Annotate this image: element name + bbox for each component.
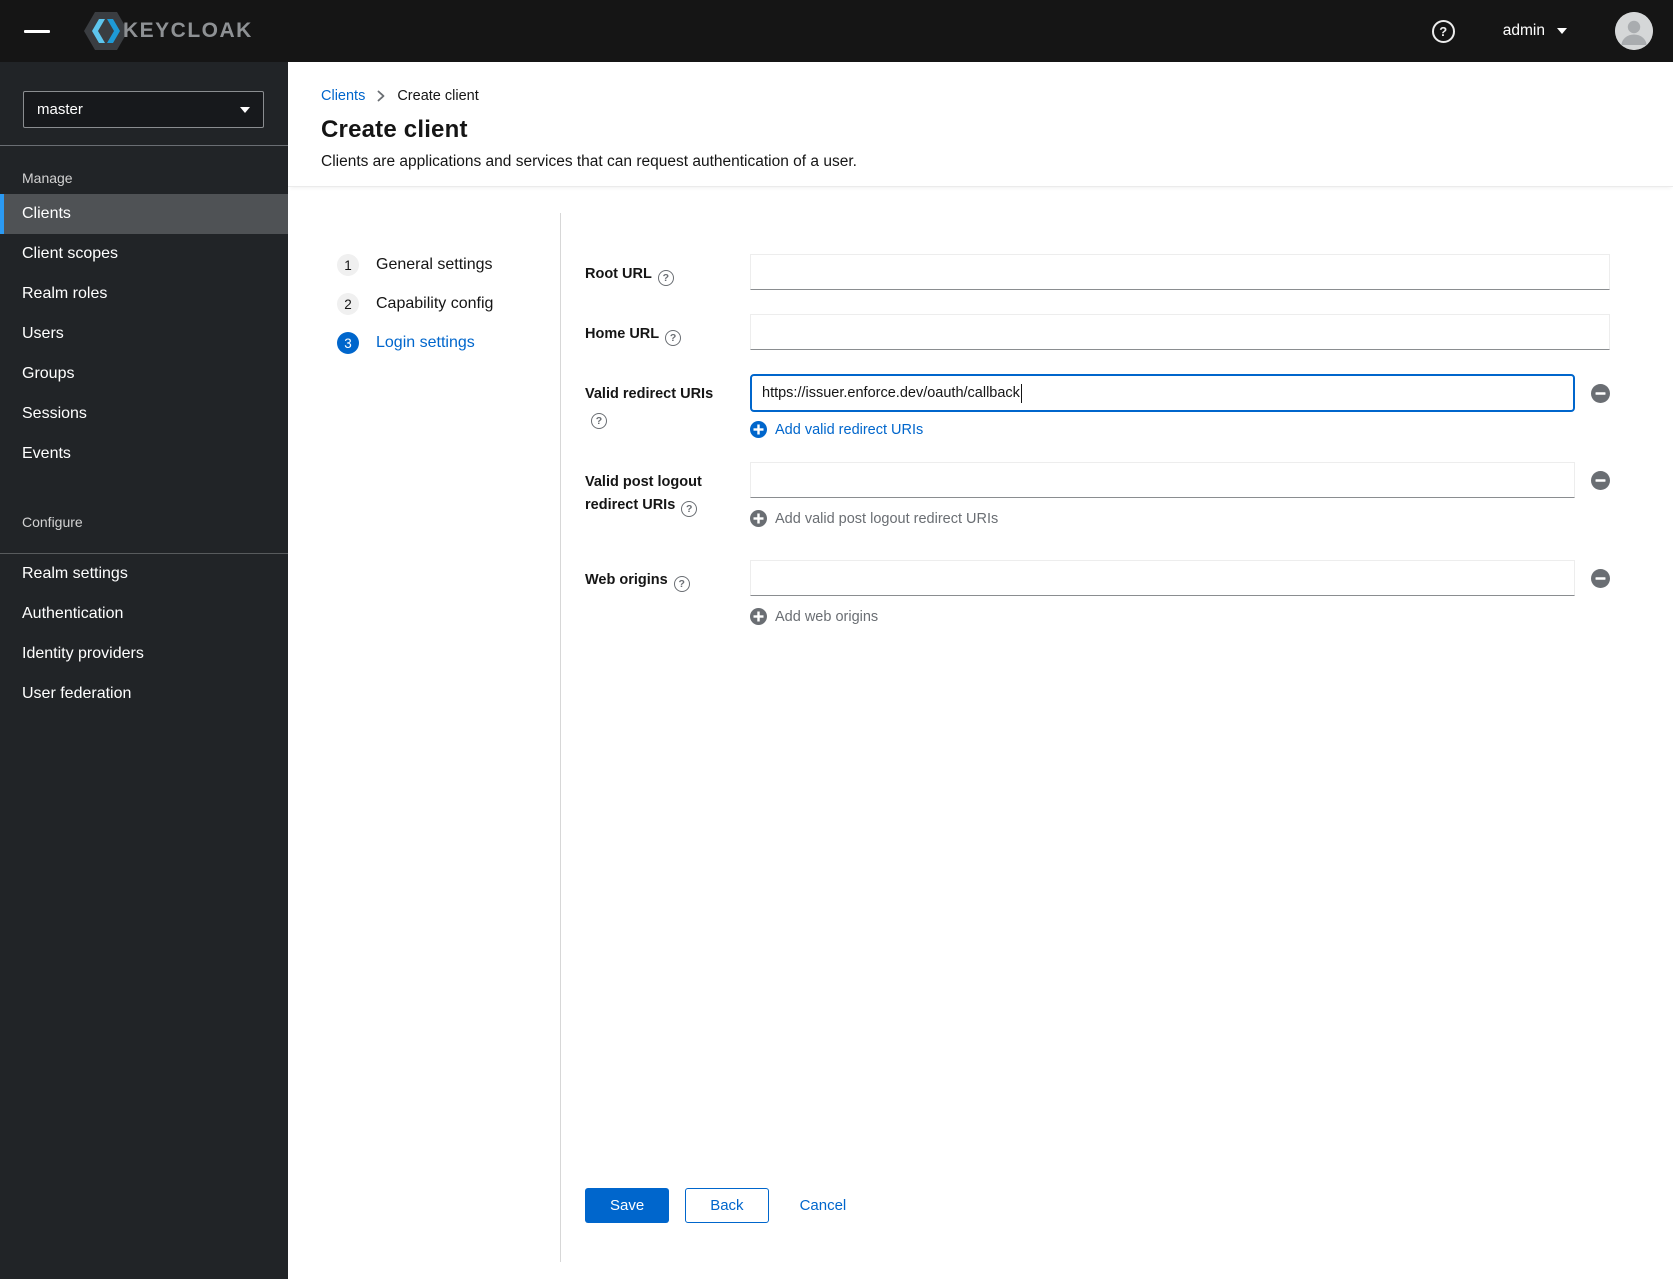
root-url-label: Root URL <box>585 254 715 290</box>
sidebar-item-groups[interactable]: Groups <box>0 354 288 394</box>
root-url-input[interactable] <box>750 254 1610 290</box>
sidebar-item-users[interactable]: Users <box>0 314 288 354</box>
minus-circle-icon <box>1591 568 1610 588</box>
page-subtitle: Clients are applications and services th… <box>321 153 857 170</box>
valid-post-logout-redirect-uris-label: Valid post logout redirect URIs <box>585 462 715 527</box>
main-content: Clients Create client Create client Clie… <box>288 62 1673 1279</box>
masthead: KEYCLOAK admin <box>0 0 1673 62</box>
form-actions: Save Back Cancel <box>585 1188 1610 1223</box>
chevron-down-icon <box>240 106 250 113</box>
step-label: General settings <box>376 256 493 273</box>
plus-circle-icon <box>750 608 767 625</box>
sidebar-item-user-federation[interactable]: User federation <box>0 674 288 714</box>
user-avatar[interactable] <box>1615 12 1653 50</box>
remove-web-origin-button[interactable] <box>1591 568 1610 588</box>
sidebar-item-client-scopes[interactable]: Client scopes <box>0 234 288 274</box>
wizard-step-capability-config[interactable]: 2 Capability config <box>337 293 493 315</box>
breadcrumb-clients-link[interactable]: Clients <box>321 86 365 106</box>
back-button[interactable]: Back <box>685 1188 769 1223</box>
plus-circle-icon <box>750 421 767 438</box>
nav-section-title-configure: Configure <box>22 514 83 530</box>
minus-circle-icon <box>1591 383 1610 403</box>
wizard-step-login-settings[interactable]: 3 Login settings <box>337 332 475 354</box>
nav-section-title-manage: Manage <box>22 170 73 186</box>
brand-text: KEYCLOAK <box>123 19 253 42</box>
sidebar-divider <box>0 145 288 146</box>
valid-redirect-uris-input[interactable]: https://issuer.enforce.dev/oauth/callbac… <box>750 374 1575 412</box>
realm-selector-dropdown[interactable]: master <box>23 91 264 128</box>
username: admin <box>1502 22 1545 39</box>
step-number: 1 <box>337 254 359 276</box>
home-url-label: Home URL <box>585 314 715 350</box>
chevron-down-icon <box>1557 28 1567 34</box>
minus-circle-icon <box>1591 470 1610 490</box>
question-circle-icon[interactable] <box>681 501 698 518</box>
user-avatar-icon <box>1615 12 1653 50</box>
hamburger-menu-icon[interactable] <box>18 24 56 39</box>
page-title: Create client <box>321 116 468 143</box>
question-circle-icon[interactable] <box>665 330 682 346</box>
sidebar-nav: Manage Clients Client scopes Realm roles… <box>0 154 288 714</box>
home-url-input[interactable] <box>750 314 1610 350</box>
sidebar-item-realm-roles[interactable]: Realm roles <box>0 274 288 314</box>
question-circle-icon[interactable] <box>591 413 607 430</box>
user-menu-dropdown[interactable]: admin <box>1497 21 1573 41</box>
sidebar-item-identity-providers[interactable]: Identity providers <box>0 634 288 674</box>
login-settings-form: Root URL Home URL <box>560 213 1673 1262</box>
page-header: Clients Create client Create client Clie… <box>288 62 1673 187</box>
keycloak-admin-console: KEYCLOAK admin master <box>0 0 1673 1279</box>
step-label: Capability config <box>376 295 494 312</box>
breadcrumb: Clients Create client <box>321 86 1640 106</box>
sidebar: master Manage Clients Client scopes Real… <box>0 62 288 1279</box>
step-number: 2 <box>337 293 359 315</box>
plus-circle-icon <box>750 510 767 527</box>
current-realm: master <box>37 101 83 118</box>
help-icon[interactable] <box>1431 19 1455 43</box>
question-circle-icon[interactable] <box>673 576 690 592</box>
text-cursor <box>1020 383 1022 403</box>
valid-redirect-uris-row: Valid redirect URIs https://issuer.enfor… <box>585 374 1610 438</box>
valid-post-logout-redirect-uris-input[interactable] <box>750 462 1575 498</box>
sidebar-item-realm-settings[interactable]: Realm settings <box>0 554 288 594</box>
web-origins-label: Web origins <box>585 560 715 625</box>
valid-redirect-uris-label: Valid redirect URIs <box>585 374 715 438</box>
remove-redirect-uri-button[interactable] <box>1591 383 1610 403</box>
wizard-content: 1 General settings 2 Capability config 3… <box>288 187 1673 1279</box>
wizard-step-general-settings[interactable]: 1 General settings <box>337 254 493 276</box>
hamburger-bars <box>24 29 50 33</box>
sidebar-item-events[interactable]: Events <box>0 434 288 474</box>
root-url-row: Root URL <box>585 254 1610 290</box>
sidebar-item-authentication[interactable]: Authentication <box>0 594 288 634</box>
add-valid-redirect-uris-button[interactable]: Add valid redirect URIs <box>750 421 923 438</box>
step-label: Login settings <box>376 334 475 351</box>
home-url-row: Home URL <box>585 314 1610 350</box>
web-origins-input[interactable] <box>750 560 1575 596</box>
step-number: 3 <box>337 332 359 354</box>
keycloak-logo: KEYCLOAK <box>83 11 253 51</box>
sidebar-item-sessions[interactable]: Sessions <box>0 394 288 434</box>
add-valid-post-logout-redirect-uris-button[interactable]: Add valid post logout redirect URIs <box>750 510 998 527</box>
sidebar-item-clients[interactable]: Clients <box>0 194 288 234</box>
valid-redirect-uris-value: https://issuer.enforce.dev/oauth/callbac… <box>762 385 1020 401</box>
save-button[interactable]: Save <box>585 1188 670 1223</box>
question-circle-icon[interactable] <box>657 270 674 286</box>
web-origins-row: Web origins? Add web origins <box>585 560 1610 625</box>
remove-post-logout-uri-button[interactable] <box>1591 470 1610 490</box>
add-web-origins-button[interactable]: Add web origins <box>750 608 878 625</box>
angle-right-icon <box>376 90 386 102</box>
breadcrumb-current: Create client <box>397 88 479 104</box>
valid-post-logout-redirect-uris-row: Valid post logout redirect URIs? Add val… <box>585 462 1610 527</box>
wizard-nav: 1 General settings 2 Capability config 3… <box>288 213 560 1262</box>
cancel-link[interactable]: Cancel <box>800 1197 847 1214</box>
